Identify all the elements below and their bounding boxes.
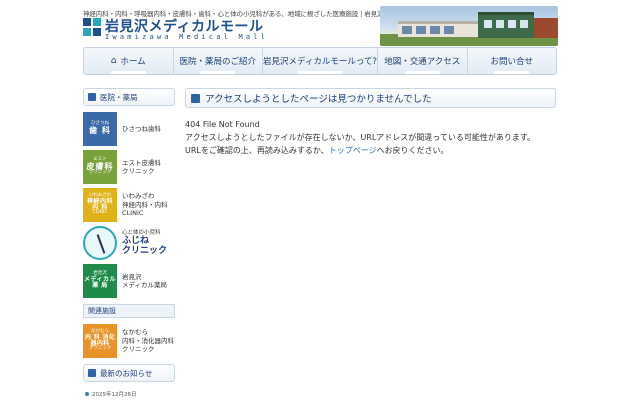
nav-clinics-label: 医院・薬局のご紹介 <box>179 57 256 67</box>
clinic-iwamizawa-badge-foot: CLINIC <box>92 210 108 216</box>
news-date-text: 2025年12月26日 <box>92 392 137 398</box>
clinic-pharmacy-badge-big: メディカル 薬 局 <box>83 276 117 290</box>
nav-home-tab-indicator <box>110 71 146 74</box>
clinic-fujine[interactable]: 心と体の小児科 ふじね クリニック <box>83 226 175 260</box>
nav-access[interactable]: 地図・交通アクセス <box>378 48 468 74</box>
clinic-nakamura-logo: なかむら 内 科 消化器内科 クリニック <box>83 324 117 358</box>
news-item-date[interactable]: 2025年12月26日 <box>83 390 175 398</box>
clinic-iwamizawa-name: いわみざわ 神経内科・内科 CLINIC <box>117 192 168 217</box>
title-bullet-icon <box>191 93 200 103</box>
top-page-link[interactable]: トップページ <box>329 146 377 155</box>
sidebar-clinics-heading: 医院・薬局 <box>83 88 175 106</box>
home-icon: ⌂ <box>110 56 117 66</box>
sidebar-clinics-heading-label: 医院・薬局 <box>100 92 138 102</box>
sidebar-related-heading-label: 関連施設 <box>88 307 116 315</box>
clinic-hisatsune-badge-big: 歯 科 <box>89 126 111 136</box>
logo-mark-icon <box>83 18 101 36</box>
global-nav: ⌂ ホーム 医院・薬局のご紹介 岩見沢メディカルモールって? 地図・交通アクセス… <box>83 47 557 75</box>
heading-bullet-icon <box>88 93 96 101</box>
clinic-hisatsune-name: ひさつね歯科 <box>122 124 161 133</box>
clinic-est-badge-foot: クリニック <box>88 170 112 176</box>
clinic-hisatsune-dental[interactable]: ひさつね 歯 科 ひさつね歯科 <box>83 112 175 146</box>
sidebar-related-heading: 関連施設 <box>83 304 175 318</box>
nav-about-label: 岩見沢メディカルモールって? <box>263 57 377 67</box>
error-instruction-post: へお戻りください。 <box>376 146 449 155</box>
clinic-fujine-logo <box>83 226 117 260</box>
clinic-pharmacy-name: 岩見沢 メディカル薬局 <box>117 273 167 290</box>
clinic-fujine-name-big1: ふじね <box>122 235 150 246</box>
clinic-nakamura-name-line3: クリニック <box>122 345 155 354</box>
news-bullet-icon <box>85 392 89 396</box>
clinic-nakamura[interactable]: なかむら 内 科 消化器内科 クリニック なかむら 内科・消化器内科 クリニック <box>83 324 175 358</box>
clinic-fujine-name-big2: クリニック <box>122 246 168 257</box>
news-heading-bullet-icon <box>88 369 96 377</box>
clinic-iwamizawa-name-line2: 神経内科・内科 <box>122 200 168 209</box>
nav-contact-tab-indicator <box>494 71 530 74</box>
page-title: アクセスしようとしたページは見つかりませんでした <box>185 88 556 108</box>
clinic-fujine-name: 心と体の小児科 ふじね クリニック <box>117 230 167 257</box>
error-instruction-pre: URLをご確認の上、再読み込みするか、 <box>185 146 329 155</box>
header-building-photo <box>380 6 558 46</box>
nav-contact[interactable]: お問い合せ <box>468 48 557 74</box>
clinic-nakamura-name-line2: 内科・消化器内科 <box>122 336 174 345</box>
clinic-iwamizawa-name-line1: いわみざわ <box>122 192 155 201</box>
nav-access-tab-indicator <box>404 71 440 74</box>
site-logo[interactable]: 岩見沢メディカルモール Iwamizawa Medical Mall <box>83 17 293 43</box>
nav-contact-label: お問い合せ <box>490 57 533 67</box>
sidebar: 医院・薬局 ひさつね 歯 科 ひさつね歯科 エスト 皮膚科 クリニック エスト皮… <box>83 88 175 398</box>
clinic-est-logo: エスト 皮膚科 クリニック <box>83 150 117 184</box>
nav-about[interactable]: 岩見沢メディカルモールって? <box>263 48 378 74</box>
nav-clinics-tab-indicator <box>200 71 236 74</box>
nav-home-label: ホーム <box>120 57 146 67</box>
clinic-pharmacy-name-line1: 岩見沢 <box>122 272 142 281</box>
clinic-est-name-line1: エスト皮膚科 <box>122 158 161 167</box>
clinic-fujine-name-small: 心と体の小児科 <box>122 229 161 236</box>
error-message: 404 File Not Found アクセスしようとしたファイルが存在しないか… <box>185 118 556 157</box>
clinic-nakamura-name: なかむら 内科・消化器内科 クリニック <box>117 328 174 353</box>
clinic-est-name: エスト皮膚科 クリニック <box>117 159 161 176</box>
main-content: アクセスしようとしたページは見つかりませんでした 404 File Not Fo… <box>185 88 556 157</box>
clinic-iwamizawa-logo: いわみざわ 神経内科 内 科 CLINIC <box>83 188 117 222</box>
clinic-iwamizawa-name-line3: CLINIC <box>122 209 144 218</box>
nav-access-label: 地図・交通アクセス <box>384 57 461 67</box>
clinic-est-name-line2: クリニック <box>122 167 155 175</box>
nav-about-tab-indicator <box>297 71 343 74</box>
clinic-est-dermatology[interactable]: エスト 皮膚科 クリニック エスト皮膚科 クリニック <box>83 150 175 184</box>
error-code-line: 404 File Not Found <box>185 120 260 129</box>
error-explanation-line: アクセスしようとしたファイルが存在しないか、URLアドレスが間違っている可能性が… <box>185 133 536 142</box>
clinic-nakamura-badge-foot: クリニック <box>88 346 112 352</box>
clinic-hisatsune-logo: ひさつね 歯 科 <box>83 112 117 146</box>
error-instruction-line: URLをご確認の上、再読み込みするか、トップページへお戻りください。 <box>185 144 556 157</box>
logo-subtitle: Iwamizawa Medical Mall <box>105 33 269 41</box>
clinic-medical-pharmacy[interactable]: 岩見沢 メディカル 薬 局 岩見沢 メディカル薬局 <box>83 264 175 298</box>
sidebar-news-heading: 最新のお知らせ <box>83 364 175 382</box>
sidebar-news-heading-label: 最新のお知らせ <box>100 368 153 378</box>
nav-home[interactable]: ⌂ ホーム <box>84 48 174 74</box>
nav-clinics[interactable]: 医院・薬局のご紹介 <box>174 48 263 74</box>
clinic-pharmacy-name-line2: メディカル薬局 <box>122 281 168 289</box>
clinic-iwamizawa-neurology[interactable]: いわみざわ 神経内科 内 科 CLINIC いわみざわ 神経内科・内科 CLIN… <box>83 188 175 222</box>
clinic-pharmacy-logo: 岩見沢 メディカル 薬 局 <box>83 264 117 298</box>
page-title-text: アクセスしようとしたページは見つかりませんでした <box>205 94 432 105</box>
clinic-nakamura-name-line1: なかむら <box>122 328 148 337</box>
